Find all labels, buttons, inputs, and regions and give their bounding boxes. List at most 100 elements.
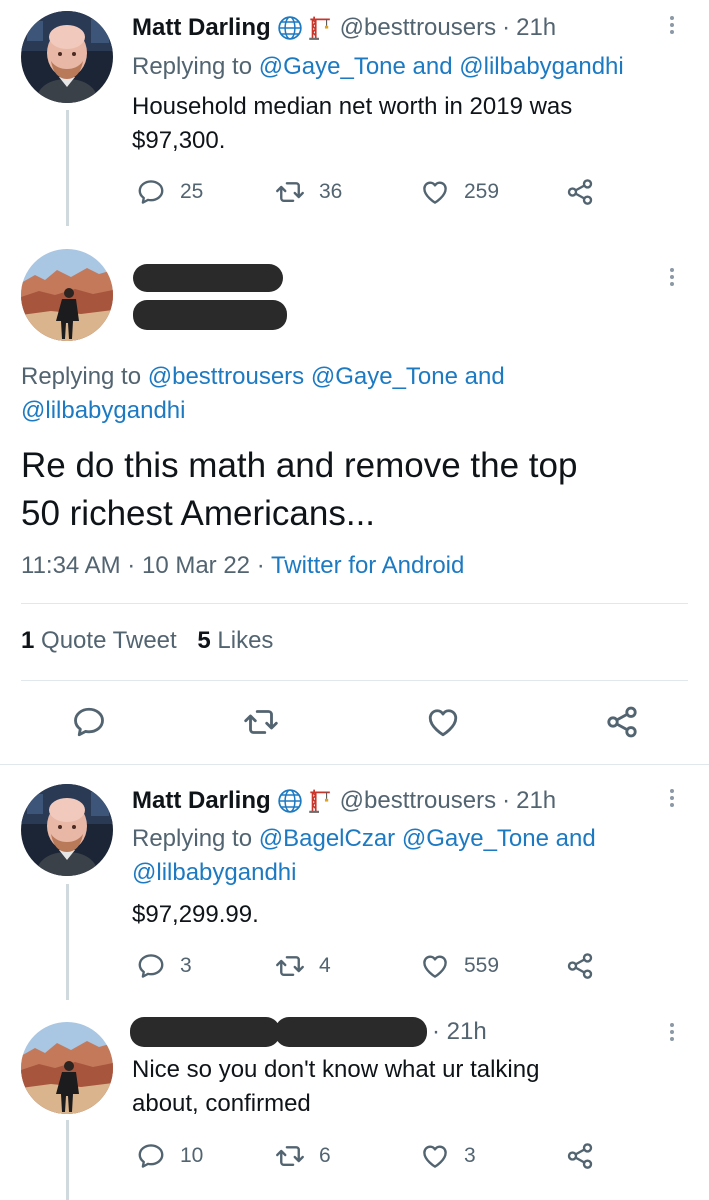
heart-icon (425, 704, 461, 740)
share-button[interactable] (604, 704, 654, 740)
share-button[interactable] (565, 951, 609, 981)
avatar-matt-darling[interactable] (21, 784, 113, 876)
separator: · (256, 552, 265, 579)
mention-link[interactable]: @Gaye_Tone (402, 825, 549, 852)
mention-conjunction: and (464, 363, 505, 390)
tweet-text-line: Re do this math and remove the top (21, 446, 578, 485)
mention-link[interactable]: @besttrousers (148, 363, 304, 390)
quote-count: 1 (21, 627, 35, 654)
share-icon (604, 704, 640, 740)
display-name[interactable]: Matt Darling (132, 787, 271, 815)
tweet-time[interactable]: 11:34 AM (21, 552, 121, 579)
replying-prefix: Replying to (132, 825, 253, 852)
crane-icon (306, 788, 332, 814)
share-icon (565, 1141, 595, 1171)
mention-link[interactable]: @Gaye_Tone (311, 363, 458, 390)
tweet-meta: 11:34 AM · 10 Mar 22 · Twitter for Andro… (21, 549, 464, 583)
tweet-text: $97,299.99. (132, 901, 259, 928)
tweet-text: Re do this math and remove the top 50 ri… (21, 442, 577, 538)
reply-count: 25 (180, 180, 204, 203)
tweet-header: Matt Darling @besttrousers · 21h (132, 12, 556, 44)
replying-prefix: Replying to (21, 363, 142, 390)
like-button[interactable]: 3 (420, 1141, 476, 1171)
replying-prefix: Replying to (132, 53, 253, 80)
more-icon[interactable] (670, 13, 676, 37)
heart-icon (420, 951, 450, 981)
globe-icon (277, 15, 303, 41)
display-name[interactable]: Matt Darling (132, 14, 271, 42)
reply-button[interactable]: 25 (136, 177, 203, 207)
like-button[interactable]: 259 (420, 177, 499, 207)
mention-link[interactable]: @lilbabygandhi (459, 53, 623, 80)
share-icon (565, 951, 595, 981)
timestamp[interactable]: 21h (516, 787, 556, 815)
replying-to: Replying to @besttrousers @Gaye_Tone and… (21, 360, 505, 428)
retweet-button[interactable] (243, 704, 293, 740)
like-count: 3 (464, 1144, 476, 1167)
thread-line (66, 1120, 69, 1200)
share-button[interactable] (565, 177, 609, 207)
globe-icon (277, 788, 303, 814)
retweet-count: 6 (319, 1144, 331, 1167)
reply-icon (136, 951, 166, 981)
mention-link[interactable]: @lilbabygandhi (21, 397, 185, 424)
tweet-text-line: Household median net worth in 2019 was (132, 93, 573, 120)
avatar-matt-darling[interactable] (21, 11, 113, 103)
heart-icon (420, 177, 450, 207)
retweet-count: 4 (319, 954, 331, 977)
redacted-display-name (133, 264, 283, 292)
reply-count: 3 (180, 954, 192, 977)
mention-link[interactable]: @lilbabygandhi (132, 859, 296, 886)
tweet-text: Household median net worth in 2019 was $… (132, 90, 572, 158)
thread-line (66, 884, 69, 1000)
likes-stat[interactable]: 5 Likes (197, 627, 273, 654)
timestamp[interactable]: 21h (516, 14, 556, 42)
tweet-header: Matt Darling @besttrousers · 21h (132, 785, 556, 817)
retweet-icon (275, 951, 305, 981)
retweet-icon (243, 704, 279, 740)
tweet-text-line: Nice so you don't know what ur talking (132, 1056, 540, 1083)
retweet-button[interactable]: 36 (275, 177, 342, 207)
user-handle[interactable]: @besttrousers (340, 14, 496, 42)
separator: · (127, 552, 136, 579)
likes-label: Likes (217, 627, 274, 654)
like-button[interactable] (425, 704, 475, 740)
retweet-button[interactable]: 6 (275, 1141, 331, 1171)
tweet-text: Nice so you don't know what ur talking a… (132, 1053, 539, 1121)
reply-icon (71, 704, 107, 740)
redacted-display-name (130, 1017, 280, 1047)
mention-link[interactable]: @BagelCzar (259, 825, 395, 852)
quote-tweets-stat[interactable]: 1 Quote Tweet (21, 627, 183, 654)
retweet-icon (275, 177, 305, 207)
reply-count: 10 (180, 1144, 204, 1167)
mention-link[interactable]: @Gaye_Tone (259, 53, 406, 80)
tweet-text-line: $97,300. (132, 127, 226, 154)
avatar-reply-author[interactable] (21, 1022, 113, 1114)
mention-conjunction: and (555, 825, 596, 852)
divider (21, 603, 688, 604)
share-button[interactable] (565, 1141, 609, 1171)
retweet-count: 36 (319, 180, 343, 203)
quote-label: Quote Tweet (41, 627, 177, 654)
tweet-date[interactable]: 10 Mar 22 (142, 552, 250, 579)
reply-icon (136, 177, 166, 207)
reply-button[interactable]: 10 (136, 1141, 203, 1171)
redacted-user-handle (275, 1017, 427, 1047)
reply-button[interactable] (71, 704, 121, 740)
replying-to: Replying to @BagelCzar @Gaye_Tone and @l… (132, 822, 596, 890)
user-handle[interactable]: @besttrousers (340, 787, 496, 815)
avatar-main-author[interactable] (21, 249, 113, 341)
mention-conjunction: and (412, 53, 453, 80)
tweet-client-link[interactable]: Twitter for Android (271, 552, 464, 579)
separator: · (502, 787, 511, 814)
divider (21, 680, 688, 681)
like-count: 259 (464, 180, 500, 203)
like-button[interactable]: 559 (420, 951, 499, 981)
tweet-text-line: about, confirmed (132, 1090, 311, 1117)
more-icon[interactable] (670, 786, 676, 810)
more-icon[interactable] (670, 265, 676, 289)
more-icon[interactable] (670, 1020, 676, 1044)
timestamp[interactable]: · 21h (432, 1015, 487, 1049)
retweet-button[interactable]: 4 (275, 951, 331, 981)
reply-button[interactable]: 3 (136, 951, 192, 981)
